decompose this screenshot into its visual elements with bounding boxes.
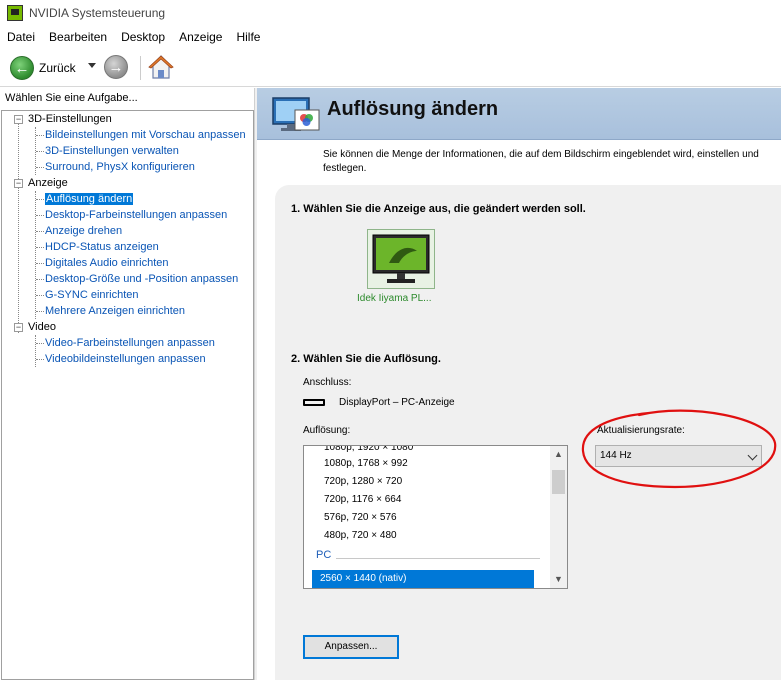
- tree-branch: [36, 311, 44, 312]
- resolution-option[interactable]: 480p, 720 × 480: [324, 527, 397, 545]
- tree-branch: [36, 215, 44, 216]
- tree-item-hdcp-status[interactable]: HDCP-Status anzeigen: [45, 239, 159, 255]
- tree-branch: [36, 167, 44, 168]
- nvidia-app-icon: [7, 4, 23, 21]
- resolution-option[interactable]: 576p, 720 × 576: [324, 509, 397, 527]
- title-bar: NVIDIA Systemsteuerung: [0, 0, 781, 25]
- tree-branch: [36, 279, 44, 280]
- tree-branch: [36, 231, 44, 232]
- tree-item-digitales-audio[interactable]: Digitales Audio einrichten: [45, 255, 169, 271]
- section-select-resolution: 2. Wählen Sie die Auflösung.: [291, 353, 441, 365]
- resolution-group-label: PC: [316, 549, 332, 561]
- tree-item-video-farbe[interactable]: Video-Farbeinstellungen anpassen: [45, 335, 215, 351]
- tree-branch: [36, 295, 44, 296]
- tree-item-3d-verwalten[interactable]: 3D-Einstellungen verwalten: [45, 143, 179, 159]
- home-icon: [148, 55, 174, 79]
- tree-branch: [36, 135, 44, 136]
- resolution-label: Auflösung:: [303, 425, 351, 436]
- tree-group-anzeige[interactable]: Anzeige: [28, 175, 68, 191]
- displayport-icon: [303, 399, 325, 406]
- tree-branch: [36, 151, 44, 152]
- menu-desktop[interactable]: Desktop: [114, 30, 172, 44]
- task-tree: − 3D-Einstellungen Bildeinstellungen mit…: [1, 110, 254, 680]
- tree-item-surround-physx[interactable]: Surround, PhysX konfigurieren: [45, 159, 195, 175]
- tree-item-desktop-groesse[interactable]: Desktop-Größe und -Position anpassen: [45, 271, 238, 287]
- connection-value: DisplayPort – PC-Anzeige: [339, 397, 455, 408]
- tree-connector-display: [35, 191, 36, 319]
- tree-connector-video: [35, 335, 36, 367]
- page-description: Sie können die Menge der Informationen, …: [323, 149, 759, 174]
- resolution-option[interactable]: 720p, 1176 × 664: [324, 491, 401, 509]
- task-panel-header: Wählen Sie eine Aufgabe...: [0, 88, 256, 110]
- collapse-3d-toggle-icon[interactable]: −: [14, 115, 23, 124]
- tree-item-anzeige-drehen[interactable]: Anzeige drehen: [45, 223, 122, 239]
- collapse-video-toggle-icon[interactable]: −: [14, 323, 23, 332]
- tree-item-mehrere-anzeigen[interactable]: Mehrere Anzeigen einrichten: [45, 303, 185, 319]
- window-title: NVIDIA Systemsteuerung: [29, 5, 166, 20]
- tree-item-bildeinstellungen[interactable]: Bildeinstellungen mit Vorschau anpassen: [45, 127, 246, 143]
- tree-item-videobild[interactable]: Videobildeinstellungen anpassen: [45, 351, 206, 367]
- display-settings-icon: [272, 97, 320, 131]
- tree-item-selected-label: Auflösung ändern: [45, 193, 134, 205]
- forward-arrow-icon: →: [104, 55, 128, 79]
- tree-item-aufloesung-aendern[interactable]: Auflösung ändern: [45, 191, 134, 207]
- collapse-anzeige-toggle-icon[interactable]: −: [14, 179, 23, 188]
- history-dropdown-icon[interactable]: [88, 63, 96, 68]
- scroll-thumb[interactable]: [552, 470, 565, 494]
- menu-hilfe[interactable]: Hilfe: [229, 30, 267, 44]
- tree-group-video[interactable]: Video: [28, 319, 56, 335]
- back-label: Zurück: [39, 61, 76, 75]
- tree-branch: [36, 247, 44, 248]
- tree-branch: [36, 263, 44, 264]
- scroll-up-icon[interactable]: ▲: [550, 446, 567, 463]
- page-title: Auflösung ändern: [327, 98, 499, 120]
- menu-datei[interactable]: Datei: [0, 30, 42, 44]
- resolution-scrollbar[interactable]: ▲ ▼: [550, 446, 567, 588]
- monitor-icon[interactable]: [367, 229, 435, 289]
- tree-item-gsync[interactable]: G-SYNC einrichten: [45, 287, 139, 303]
- tree-group-3d[interactable]: 3D-Einstellungen: [28, 111, 112, 127]
- back-arrow-icon: ←: [10, 56, 34, 80]
- settings-panel: 1. Wählen Sie die Anzeige aus, die geänd…: [275, 185, 781, 680]
- monitor-label[interactable]: Idek Iiyama PL...: [357, 293, 431, 304]
- forward-button[interactable]: →: [104, 55, 128, 79]
- content-panel: Auflösung ändern Sie können die Menge de…: [257, 88, 781, 680]
- resolution-group-divider: [336, 558, 540, 559]
- resolution-list[interactable]: 1080p, 1920 × 1080 1080p, 1768 × 992 720…: [303, 445, 568, 589]
- tree-branch: [36, 199, 44, 200]
- menu-bearbeiten[interactable]: Bearbeiten: [42, 30, 114, 44]
- toolbar-separator: [140, 56, 141, 80]
- red-annotation-circle: [581, 409, 777, 489]
- back-button[interactable]: ← Zurück: [10, 55, 76, 81]
- toolbar: ← Zurück →: [0, 49, 781, 87]
- tree-branch: [36, 343, 44, 344]
- connection-label: Anschluss:: [303, 377, 352, 388]
- scroll-down-icon[interactable]: ▼: [550, 571, 567, 588]
- resolution-option-selected[interactable]: 2560 × 1440 (nativ): [312, 570, 534, 588]
- resolution-option[interactable]: 1080p, 1768 × 992: [324, 455, 408, 473]
- menu-bar: Datei Bearbeiten Desktop Anzeige Hilfe: [0, 27, 781, 47]
- tree-connector-root: [18, 124, 19, 333]
- menu-anzeige[interactable]: Anzeige: [172, 30, 229, 44]
- tree-item-desktop-farbe[interactable]: Desktop-Farbeinstellungen anpassen: [45, 207, 227, 223]
- tree-branch: [36, 359, 44, 360]
- section-select-display: 1. Wählen Sie die Anzeige aus, die geänd…: [291, 203, 586, 215]
- adjust-button[interactable]: Anpassen...: [303, 635, 399, 659]
- resolution-option[interactable]: 720p, 1280 × 720: [324, 473, 402, 491]
- home-button[interactable]: [148, 54, 174, 80]
- page-header: Auflösung ändern: [257, 88, 781, 140]
